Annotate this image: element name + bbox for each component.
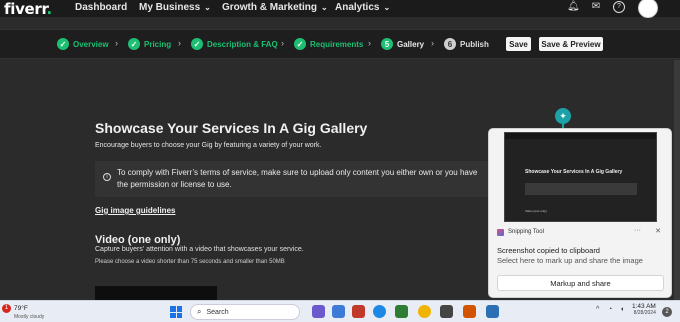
- windows-start-icon[interactable]: [170, 306, 182, 318]
- video-section-title: Video (one only): [95, 234, 181, 246]
- more-options-icon[interactable]: ···: [634, 227, 641, 234]
- snipping-tool-icon: [497, 228, 504, 236]
- tray-overflow-icon[interactable]: ^: [596, 306, 599, 313]
- weather-badge: 1: [2, 304, 11, 313]
- fiverr-logo[interactable]: fiverr.: [4, 0, 52, 18]
- app-icon[interactable]: [463, 305, 476, 318]
- search-icon: ⌕: [197, 307, 202, 316]
- chevron-down-icon: ⌄: [204, 3, 211, 12]
- time: 1:43 AM: [632, 303, 656, 310]
- notification-badge[interactable]: 2: [662, 307, 672, 317]
- nav-dashboard[interactable]: Dashboard: [75, 2, 127, 13]
- step-requirements[interactable]: ✓ Requirements: [294, 38, 363, 50]
- step-pricing[interactable]: ✓ Pricing: [128, 38, 171, 50]
- screenshot-thumbnail[interactable]: Showcase Your Services In A Gig Gallery …: [504, 132, 657, 222]
- toast-header: Snipping Tool ··· ✕: [497, 227, 667, 237]
- date: 8/28/2024: [633, 310, 656, 316]
- chevron-right-icon: ›: [368, 38, 371, 48]
- screen: fiverr. Dashboard My Business ⌄ Growth & …: [0, 0, 680, 322]
- chevron-right-icon: ›: [281, 38, 284, 48]
- check-icon: ✓: [57, 38, 69, 50]
- snipping-tool-taskbar-icon[interactable]: [486, 305, 499, 318]
- thumbnail-nav: [505, 133, 656, 139]
- check-icon: ✓: [128, 38, 140, 50]
- thumbnail-video-title: Video (one only): [525, 209, 547, 213]
- temperature: 79°F: [14, 305, 28, 312]
- step-gallery[interactable]: 5 Gallery: [381, 38, 424, 50]
- clock[interactable]: 1:43 AM 8/28/2024: [632, 303, 656, 316]
- close-icon[interactable]: ✕: [655, 227, 661, 235]
- page-title: Showcase Your Services In A Gig Gallery: [95, 120, 368, 136]
- save-button[interactable]: Save: [506, 37, 531, 51]
- markup-and-share-button[interactable]: Markup and share: [497, 275, 664, 291]
- taskbar: 1 79°F Mostly cloudy ⌕ Search ^ ◔ ◖ 1:43…: [0, 300, 680, 322]
- step-description-faq[interactable]: ✓ Description & FAQ: [191, 38, 278, 50]
- nav-my-business[interactable]: My Business ⌄: [139, 2, 211, 13]
- search-placeholder: Search: [206, 308, 229, 316]
- mail-icon[interactable]: ✉: [590, 1, 602, 13]
- save-preview-button[interactable]: Save & Preview: [539, 37, 603, 51]
- wifi-icon[interactable]: ◔: [608, 306, 612, 313]
- video-requirements: Please choose a video shorter than 75 se…: [95, 259, 285, 265]
- step-publish[interactable]: 6 Publish: [444, 38, 489, 50]
- task-view-icon[interactable]: [312, 305, 325, 318]
- video-section-subtitle: Capture buyers’ attention with a video t…: [95, 246, 304, 253]
- edge-icon[interactable]: [373, 305, 386, 318]
- chevron-down-icon: ⌄: [383, 3, 391, 12]
- toast-hint: Select here to mark up and share the ima…: [497, 256, 643, 265]
- weather-condition: Mostly cloudy: [14, 314, 45, 320]
- check-icon: ✓: [191, 38, 203, 50]
- chrome-icon[interactable]: [418, 305, 431, 318]
- gig-wizard-bar: ✓ Overview › ✓ Pricing › ✓ Description & FA…: [0, 29, 680, 59]
- chevron-right-icon: ›: [178, 38, 181, 48]
- toast-app-name: Snipping Tool: [508, 229, 544, 235]
- lightbulb-icon[interactable]: ✦: [555, 108, 571, 124]
- terms-notice: i To comply with Fiverr’s terms of servi…: [95, 161, 495, 197]
- chat-icon[interactable]: [332, 305, 345, 318]
- thumbnail-title: Showcase Your Services In A Gig Gallery: [525, 169, 623, 175]
- notice-text: To comply with Fiverr’s terms of service…: [117, 168, 478, 189]
- nav-analytics[interactable]: Analytics ⌄: [335, 2, 390, 13]
- chevron-right-icon: ›: [115, 38, 118, 48]
- toast-message: Screenshot copied to clipboard: [497, 246, 600, 255]
- snipping-tool-notification[interactable]: Showcase Your Services In A Gig Gallery …: [488, 128, 672, 298]
- avatar[interactable]: [638, 0, 658, 18]
- app-icon[interactable]: [352, 305, 365, 318]
- nav-growth-marketing[interactable]: Growth & Marketing ⌄: [222, 2, 328, 13]
- step-overview[interactable]: ✓ Overview: [57, 38, 109, 50]
- top-nav: fiverr. Dashboard My Business ⌄ Growth & …: [0, 0, 680, 18]
- taskbar-search[interactable]: ⌕ Search: [190, 304, 300, 320]
- check-icon: ✓: [294, 38, 306, 50]
- app-icon[interactable]: [395, 305, 408, 318]
- help-icon[interactable]: ?: [613, 1, 625, 13]
- chevron-right-icon: ›: [431, 38, 434, 48]
- scrollbar[interactable]: [674, 60, 680, 300]
- gig-image-guidelines-link[interactable]: Gig image guidelines: [95, 206, 175, 215]
- page-subtitle: Encourage buyers to choose your Gig by f…: [95, 142, 322, 149]
- weather-widget[interactable]: 1 79°F: [2, 304, 28, 313]
- volume-icon[interactable]: ◖: [620, 306, 624, 313]
- thumbnail-notice: [525, 183, 637, 195]
- chevron-down-icon: ⌄: [321, 3, 328, 12]
- info-icon: i: [103, 173, 111, 181]
- app-icon[interactable]: [440, 305, 453, 318]
- bell-icon[interactable]: 🔔︎: [567, 1, 580, 13]
